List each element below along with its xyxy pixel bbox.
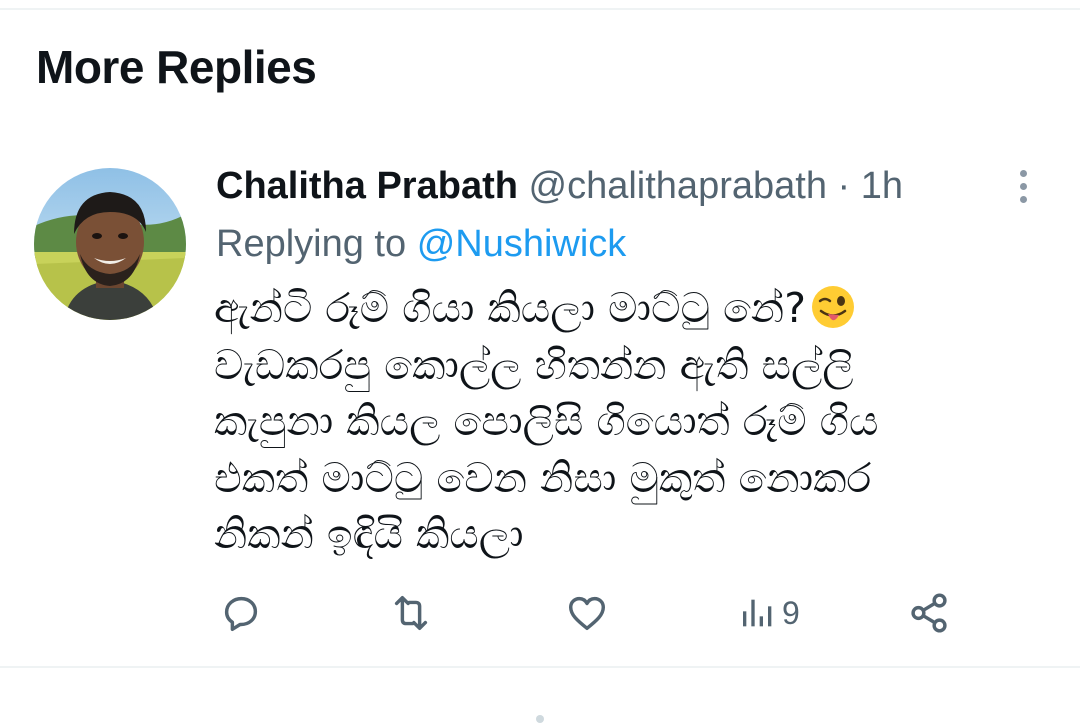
replying-to-line: Replying to @Nushiwick [216,222,626,266]
tweet-header: Chalitha Prabath @chalithaprabath · 1h [216,164,986,208]
top-divider [0,8,1080,10]
avatar-photo [34,168,186,320]
like-button[interactable] [564,588,610,638]
header-separator: · [837,165,851,207]
author-handle[interactable]: @chalithaprabath [529,165,827,207]
tweet-text-line: එකත් මාට්ටු වෙන නිසා මුකුත් නොකර [214,453,872,502]
share-nodes-icon [911,593,947,633]
author-name[interactable]: Chalitha Prabath [216,165,518,207]
winking-face-with-tongue-icon [811,286,854,328]
reply-button[interactable] [218,588,264,638]
retweet-button[interactable] [388,588,434,638]
menu-dot [1019,195,1027,203]
avatar[interactable] [34,168,186,320]
tweet-text-line: වැඩකරපු කොල්ල හිතන්න ඇති සල්ලි [214,340,854,389]
section-title: More Replies [36,41,317,93]
tweet-text-line: නිකන් ඉඳියි කියලා [214,510,524,558]
tweet-text-line-content: ඇන්ටි රූම් ගියා කියලා මාට්ටු නේ? [214,284,806,332]
bottom-divider [0,666,1080,668]
menu-dot [1019,182,1027,190]
reply-bubble-icon [224,596,258,632]
tweet-actions: 9 [0,588,1080,638]
replying-to-mention[interactable]: @Nushiwick [417,223,627,265]
loading-indicator [536,715,544,723]
menu-dot [1019,169,1027,177]
replying-prefix: Replying to [216,223,407,265]
share-button[interactable] [906,588,952,638]
views-count: 9 [782,594,800,631]
retweet-icon [394,595,428,631]
heart-icon [568,596,606,631]
tweet-text: ඇන්ටි රූම් ගියා කියලා මාට්ටු නේ? වැඩකරපු… [214,280,1014,563]
views-bar-chart-icon [743,599,772,627]
timestamp[interactable]: 1h [861,165,903,207]
tweet-text-line: ඇන්ටි රූම් ගියා කියලා මාට්ටු නේ? [214,280,1014,337]
views-button[interactable]: 9 [738,588,800,638]
tweet-text-line: කැපුනා කියල පොලිසි ගියොත් රූම් ගිය [214,397,879,445]
more-vertical-icon[interactable] [1008,164,1038,208]
